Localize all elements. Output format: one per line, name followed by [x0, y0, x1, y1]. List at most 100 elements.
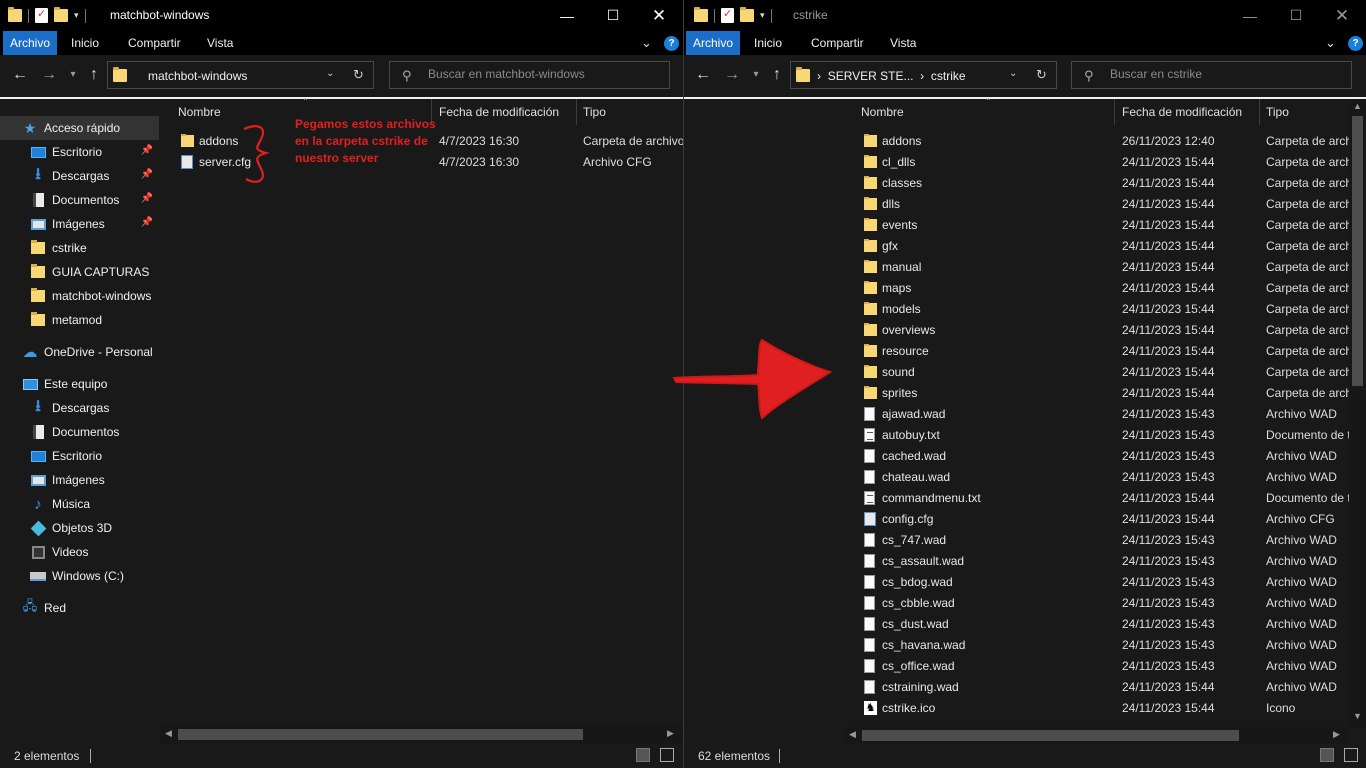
scrollbar-thumb[interactable] [1352, 116, 1363, 386]
tab-compartir[interactable]: Compartir [804, 31, 871, 55]
details-view-button[interactable] [636, 748, 650, 762]
sidebar-item[interactable]: ⭳ Descargas 📌 [0, 164, 159, 188]
pin-icon[interactable]: 📌 [141, 193, 153, 204]
tab-vista[interactable]: Vista [883, 31, 923, 55]
address-dropdown-icon[interactable]: ⌄ [326, 68, 334, 79]
close-button[interactable]: ✕ [1319, 0, 1365, 31]
help-icon[interactable]: ? [664, 36, 679, 51]
file-row[interactable]: classes 24/11/2023 15:44 Carpeta de archiv… [844, 173, 1349, 194]
sidebar-item[interactable]: Videos [0, 540, 159, 564]
pin-icon[interactable]: 📌 [141, 217, 153, 228]
file-row[interactable]: cs_havana.wad 24/11/2023 15:43 Archivo WAD [844, 635, 1349, 656]
pin-icon[interactable]: 📌 [141, 169, 153, 180]
tab-archivo[interactable]: Archivo [686, 31, 741, 55]
new-folder-icon[interactable] [740, 7, 754, 22]
file-row[interactable]: config.cfg 24/11/2023 15:44 Archivo CFG [844, 509, 1349, 530]
search-box[interactable]: ⚲ [1071, 61, 1352, 89]
details-view-button[interactable] [1320, 748, 1334, 762]
sidebar-item[interactable]: Windows (C:) [0, 564, 159, 588]
sidebar-item[interactable]: Documentos 📌 [0, 188, 159, 212]
file-row[interactable]: commandmenu.txt 24/11/2023 15:44 Documento… [844, 488, 1349, 509]
sidebar-item[interactable]: Este equipo [0, 372, 159, 396]
expand-ribbon-icon[interactable]: ⌄ [641, 35, 652, 51]
sidebar-item[interactable]: metamod [0, 308, 159, 332]
file-row[interactable]: resource 24/11/2023 15:44 Carpeta de archi… [844, 341, 1349, 362]
file-row[interactable]: dlls 24/11/2023 15:44 Carpeta de archivos [844, 194, 1349, 215]
scroll-left-icon[interactable]: ◀ [849, 729, 856, 740]
close-button[interactable]: ✕ [636, 0, 682, 31]
sidebar-item[interactable]: GUIA CAPTURAS [0, 260, 159, 284]
scroll-right-icon[interactable]: ▶ [667, 728, 674, 739]
tab-inicio[interactable]: Inicio [64, 31, 106, 55]
properties-icon[interactable] [35, 7, 48, 23]
file-row[interactable]: sound 24/11/2023 15:44 Carpeta de archivos [844, 362, 1349, 383]
new-folder-icon[interactable] [54, 7, 68, 22]
scroll-right-icon[interactable]: ▶ [1333, 729, 1340, 740]
scroll-up-icon[interactable]: ▲ [1353, 101, 1362, 111]
address-bar[interactable]: › SERVER STE... › cstrike ⌄ ↻ [790, 61, 1057, 89]
file-row[interactable]: overviews 24/11/2023 15:44 Carpeta de arch… [844, 320, 1349, 341]
breadcrumb-parent[interactable]: SERVER STE... [828, 69, 914, 83]
tab-compartir[interactable]: Compartir [121, 31, 188, 55]
refresh-icon[interactable]: ↻ [353, 67, 364, 83]
sidebar-item[interactable]: ⭳ Descargas [0, 396, 159, 420]
back-button[interactable]: ← [692, 64, 714, 86]
file-row[interactable]: cs_office.wad 24/11/2023 15:43 Archivo WAD [844, 656, 1349, 677]
file-row[interactable]: cs_747.wad 24/11/2023 15:43 Archivo WAD [844, 530, 1349, 551]
scrollbar-thumb[interactable] [862, 730, 1239, 741]
maximize-button[interactable]: ☐ [590, 0, 636, 31]
tab-vista[interactable]: Vista [200, 31, 240, 55]
file-row[interactable]: events 24/11/2023 15:44 Carpeta de archivo… [844, 215, 1349, 236]
forward-button[interactable]: → [38, 64, 60, 86]
sidebar-item[interactable]: cstrike [0, 236, 159, 260]
sidebar-item[interactable]: ☁ OneDrive - Personal [0, 340, 159, 364]
search-input[interactable] [1110, 67, 1330, 81]
sidebar-item[interactable]: Imágenes 📌 [0, 212, 159, 236]
address-dropdown-icon[interactable]: ⌄ [1009, 68, 1017, 79]
back-button[interactable]: ← [9, 64, 31, 86]
scroll-left-icon[interactable]: ◀ [165, 728, 172, 739]
large-icons-view-button[interactable] [660, 748, 674, 762]
sidebar-item[interactable]: Escritorio 📌 [0, 140, 159, 164]
sidebar-item[interactable]: Documentos [0, 420, 159, 444]
file-row[interactable]: cs_cbble.wad 24/11/2023 15:43 Archivo WAD [844, 593, 1349, 614]
customize-toolbar-icon[interactable]: ▾ [760, 10, 765, 21]
minimize-button[interactable]: — [544, 0, 590, 31]
recent-locations-button[interactable]: ▾ [750, 64, 762, 86]
file-row[interactable]: models 24/11/2023 15:44 Carpeta de archivo… [844, 299, 1349, 320]
pin-icon[interactable]: 📌 [141, 145, 153, 156]
maximize-button[interactable]: ☐ [1273, 0, 1319, 31]
column-header-date[interactable]: Fecha de modificación [433, 99, 577, 125]
horizontal-scrollbar[interactable]: ◀ ▶ [844, 727, 1349, 744]
file-row[interactable]: autobuy.txt 24/11/2023 15:43 Documento de … [844, 425, 1349, 446]
search-input[interactable] [428, 67, 648, 81]
column-header-type[interactable]: Tipo [577, 99, 683, 125]
file-row[interactable]: cs_bdog.wad 24/11/2023 15:43 Archivo WAD [844, 572, 1349, 593]
tab-archivo[interactable]: Archivo [3, 31, 58, 55]
file-row[interactable]: ♞ cstrike.ico 24/11/2023 15:44 Icono [844, 698, 1349, 719]
sidebar-item[interactable]: ★ Acceso rápido [0, 116, 159, 140]
scroll-down-icon[interactable]: ▼ [1353, 711, 1362, 721]
file-row[interactable]: chateau.wad 24/11/2023 15:43 Archivo WAD [844, 467, 1349, 488]
file-row[interactable]: addons 26/11/2023 12:40 Carpeta de archivo… [844, 131, 1349, 152]
minimize-button[interactable]: — [1227, 0, 1273, 31]
up-button[interactable]: ↑ [83, 64, 105, 86]
refresh-icon[interactable]: ↻ [1036, 67, 1047, 83]
large-icons-view-button[interactable] [1344, 748, 1358, 762]
sidebar-item[interactable]: ♪ Música [0, 492, 159, 516]
sidebar-item[interactable]: Escritorio [0, 444, 159, 468]
forward-button[interactable]: → [721, 64, 743, 86]
help-icon[interactable]: ? [1348, 36, 1363, 51]
breadcrumb-current[interactable]: cstrike [931, 69, 966, 83]
expand-ribbon-icon[interactable]: ⌄ [1325, 35, 1336, 51]
sidebar-item[interactable]: Objetos 3D [0, 516, 159, 540]
search-box[interactable]: ⚲ [389, 61, 670, 89]
file-row[interactable]: ajawad.wad 24/11/2023 15:43 Archivo WAD [844, 404, 1349, 425]
sidebar-item[interactable]: matchbot-windows [0, 284, 159, 308]
file-row[interactable]: cached.wad 24/11/2023 15:43 Archivo WAD [844, 446, 1349, 467]
file-row[interactable]: maps 24/11/2023 15:44 Carpeta de archivos [844, 278, 1349, 299]
up-button[interactable]: ↑ [766, 64, 788, 86]
address-bar[interactable]: matchbot-windows ⌄ ↻ [107, 61, 374, 89]
vertical-scrollbar[interactable]: ▲ ▼ [1349, 99, 1366, 727]
scrollbar-thumb[interactable] [178, 729, 583, 740]
